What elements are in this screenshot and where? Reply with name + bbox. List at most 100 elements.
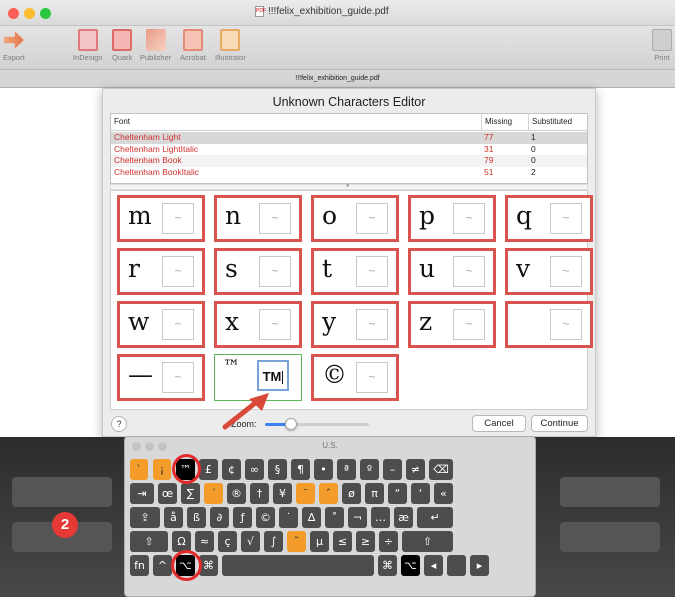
- keyboard-key[interactable]: ƒ: [233, 507, 252, 528]
- char-cell[interactable]: m ~: [117, 195, 205, 242]
- char-cell[interactable]: s ~: [214, 248, 302, 295]
- table-row[interactable]: Cheltenham Light 77 1: [111, 132, 587, 144]
- keyboard-key[interactable]: ⌫: [429, 459, 453, 480]
- keyboard-key[interactable]: ÷: [379, 531, 398, 552]
- print-button[interactable]: Print: [652, 29, 672, 62]
- char-cell[interactable]: v ~: [505, 248, 593, 295]
- keyboard-key[interactable]: ©: [256, 507, 275, 528]
- keyboard-key[interactable]: £: [199, 459, 218, 480]
- substitute-char-field[interactable]: ~: [259, 256, 291, 287]
- minimize-window-icon[interactable]: [24, 8, 35, 19]
- substitute-char-field[interactable]: ~: [550, 203, 582, 234]
- substitute-char-field[interactable]: ~: [453, 309, 485, 340]
- keyboard-key[interactable]: ▸: [470, 555, 489, 576]
- substitute-char-field[interactable]: ~: [259, 309, 291, 340]
- zoom-slider-thumb[interactable]: [285, 418, 297, 430]
- keyboard-key[interactable]: “: [388, 483, 407, 504]
- table-row[interactable]: Cheltenham Book 79 0: [111, 155, 587, 167]
- char-cell[interactable]: o ~: [311, 195, 399, 242]
- keyboard-key[interactable]: ∫: [264, 531, 283, 552]
- publisher-button[interactable]: Publisher: [140, 29, 171, 62]
- substitute-char-field[interactable]: ~: [162, 309, 194, 340]
- keyboard-key[interactable]: ç: [218, 531, 237, 552]
- keyboard-key[interactable]: µ: [310, 531, 329, 552]
- keyboard-key[interactable]: ∞: [245, 459, 264, 480]
- indesign-button[interactable]: InDesign: [73, 29, 103, 62]
- keyboard-key[interactable]: œ: [158, 483, 177, 504]
- keyboard-key[interactable]: √: [241, 531, 260, 552]
- help-button[interactable]: ?: [111, 416, 127, 432]
- keyboard-key[interactable]: ˜: [287, 531, 306, 552]
- char-cell[interactable]: © ~: [311, 354, 399, 401]
- cancel-button[interactable]: Cancel: [472, 415, 526, 432]
- keyboard-key[interactable]: ‘: [411, 483, 430, 504]
- keyboard-key[interactable]: ⌥: [401, 555, 420, 576]
- close-window-icon[interactable]: [8, 8, 19, 19]
- substitute-char-field[interactable]: ~: [356, 309, 388, 340]
- table-row[interactable]: Cheltenham LightItalic 31 0: [111, 144, 587, 156]
- substitute-char-field[interactable]: ~: [453, 256, 485, 287]
- keyboard-key[interactable]: ↵: [417, 507, 453, 528]
- keyboard-key[interactable]: –: [383, 459, 402, 480]
- char-cell[interactable]: ~: [505, 301, 593, 348]
- keyboard-key[interactable]: ß: [187, 507, 206, 528]
- acrobat-button[interactable]: Acrobat: [180, 29, 206, 62]
- illustrator-button[interactable]: Illustrator: [215, 29, 246, 62]
- substitute-char-field[interactable]: ~: [550, 309, 582, 340]
- substitute-char-field[interactable]: ~: [162, 203, 194, 234]
- keyboard-key[interactable]: ⌘: [378, 555, 397, 576]
- keyboard-key[interactable]: §: [268, 459, 287, 480]
- table-row[interactable]: Cheltenham BookItalic 51 2: [111, 167, 587, 179]
- substitute-char-field[interactable]: ~: [356, 203, 388, 234]
- keyboard-key[interactable]: ∂: [210, 507, 229, 528]
- keyboard-key[interactable]: ª: [337, 459, 356, 480]
- char-cell[interactable]: t ~: [311, 248, 399, 295]
- keyboard-key[interactable]: ∆: [302, 507, 321, 528]
- char-cell[interactable]: — ~: [117, 354, 205, 401]
- keyboard-key[interactable]: …: [371, 507, 390, 528]
- quark-button[interactable]: Quark: [112, 29, 132, 62]
- substitute-char-field[interactable]: ~: [162, 362, 194, 393]
- substitute-char-field[interactable]: ~: [550, 256, 582, 287]
- substitute-char-field[interactable]: ~: [259, 203, 291, 234]
- keyboard-key[interactable]: [447, 555, 466, 576]
- export-button[interactable]: Export: [3, 29, 25, 62]
- keyboard-key[interactable]: ¥: [273, 483, 292, 504]
- keyboard-key[interactable]: ¬: [348, 507, 367, 528]
- char-cell[interactable]: u ~: [408, 248, 496, 295]
- keyboard-key[interactable]: æ: [394, 507, 413, 528]
- char-cell[interactable]: p ~: [408, 195, 496, 242]
- keyboard-key[interactable]: •: [314, 459, 333, 480]
- keyboard-key[interactable]: ¡: [153, 459, 171, 480]
- keyboard-key[interactable]: ^: [153, 555, 172, 576]
- keyboard-key[interactable]: ≠: [406, 459, 425, 480]
- keyboard-key[interactable]: `: [130, 459, 148, 480]
- char-cell[interactable]: q ~: [505, 195, 593, 242]
- keyboard-key[interactable]: ø: [342, 483, 361, 504]
- keyboard-key[interactable]: [222, 555, 374, 576]
- keyboard-key[interactable]: ≥: [356, 531, 375, 552]
- keyboard-key[interactable]: ®: [227, 483, 246, 504]
- keyboard-key[interactable]: ⇥: [130, 483, 154, 504]
- char-cell[interactable]: x ~: [214, 301, 302, 348]
- keyboard-key[interactable]: Ω: [172, 531, 191, 552]
- keyboard-key[interactable]: ∑: [181, 483, 200, 504]
- keyboard-key[interactable]: ˚: [325, 507, 344, 528]
- keyboard-key[interactable]: π: [365, 483, 384, 504]
- keyboard-key[interactable]: fn: [130, 555, 149, 576]
- substitute-char-field[interactable]: ~: [453, 203, 485, 234]
- keyboard-key[interactable]: ¶: [291, 459, 310, 480]
- continue-button[interactable]: Continue: [531, 415, 588, 432]
- zoom-window-icon[interactable]: [40, 8, 51, 19]
- column-header-missing[interactable]: Missing: [481, 114, 528, 131]
- keyboard-key[interactable]: †: [250, 483, 269, 504]
- keyboard-key[interactable]: ¨: [296, 483, 315, 504]
- char-cell[interactable]: w ~: [117, 301, 205, 348]
- keyboard-key[interactable]: ≈: [195, 531, 214, 552]
- keyboard-key[interactable]: ˙: [279, 507, 298, 528]
- keyboard-key[interactable]: ˆ: [319, 483, 338, 504]
- substitute-char-field[interactable]: ~: [356, 256, 388, 287]
- column-header-substituted[interactable]: Substituted: [528, 114, 587, 131]
- keyboard-key[interactable]: ´: [204, 483, 223, 504]
- substitute-char-field[interactable]: ~: [356, 362, 388, 393]
